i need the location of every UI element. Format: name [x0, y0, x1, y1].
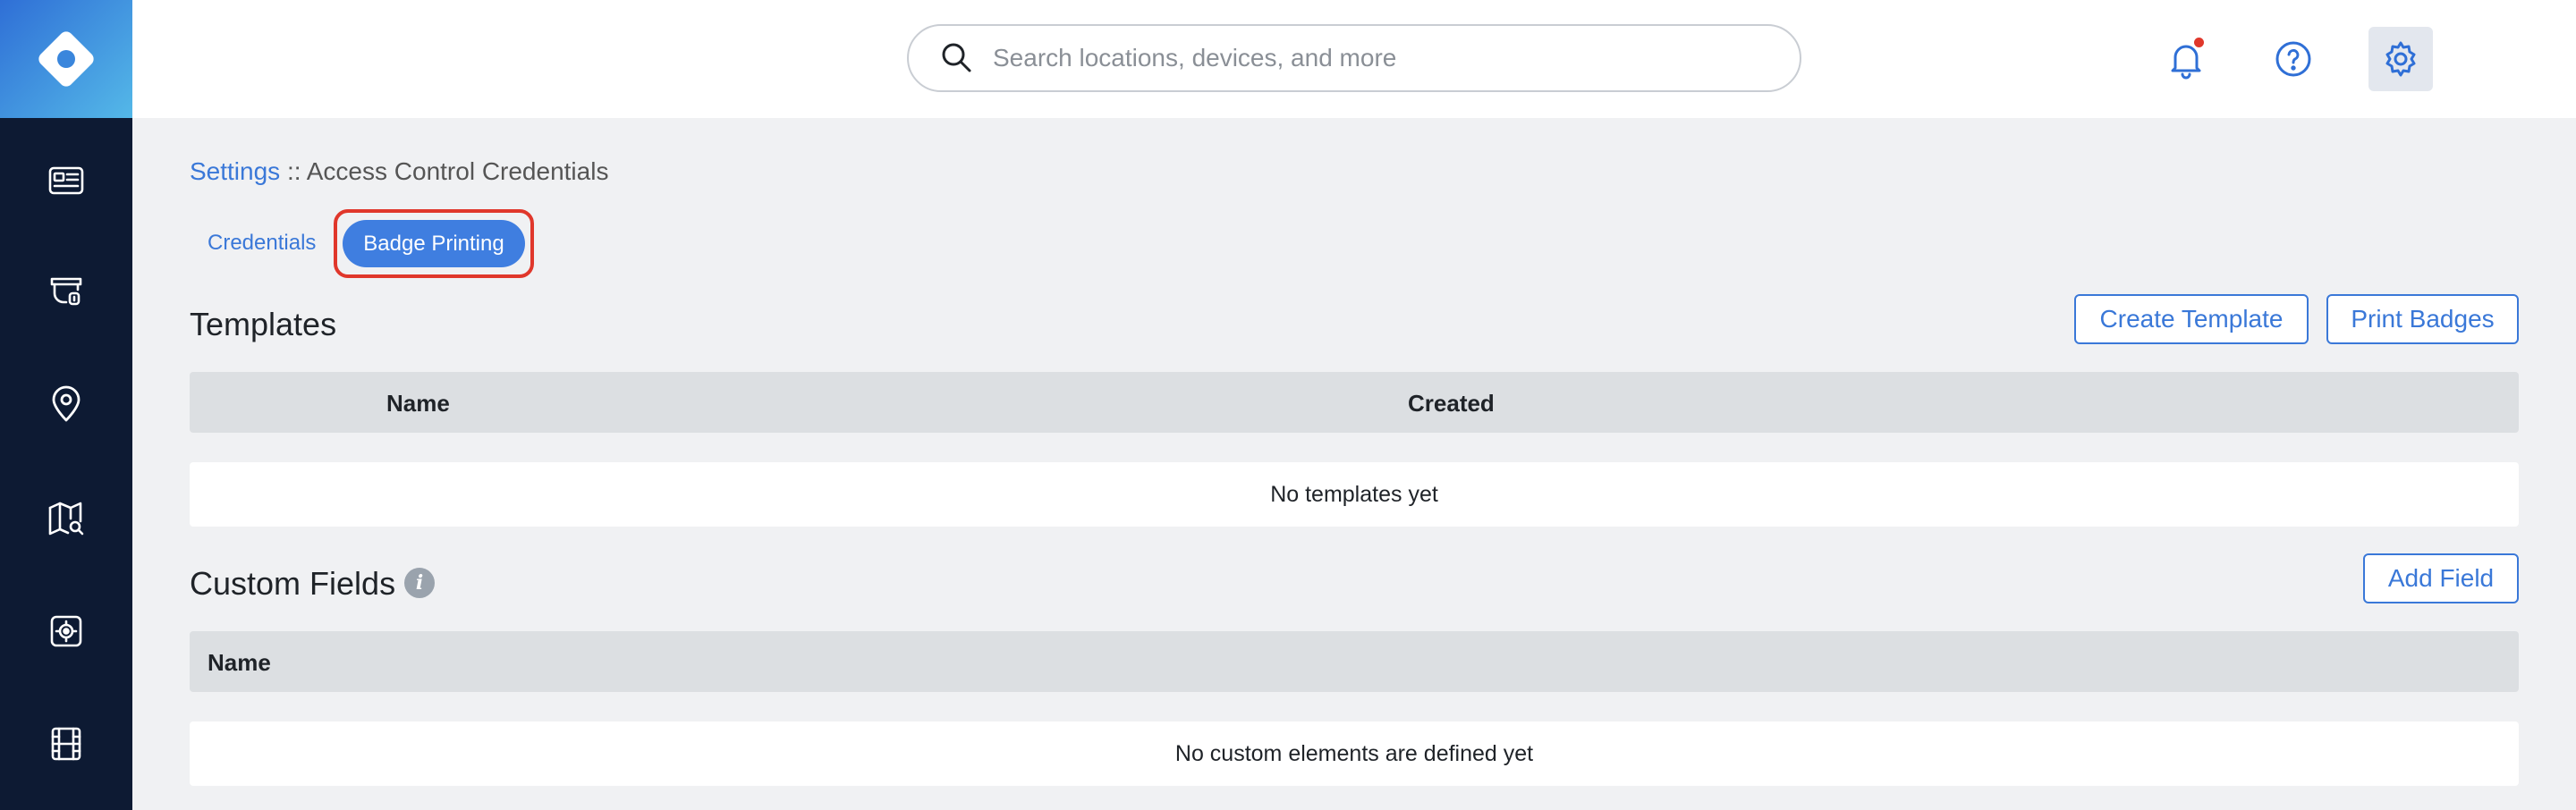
breadcrumb-separator: :: [280, 157, 307, 185]
map-search-icon [48, 502, 84, 536]
breadcrumb-current: Access Control Credentials [306, 157, 609, 185]
column-header-created[interactable]: Created [1408, 390, 1495, 418]
tab-badge-printing[interactable]: Badge Printing [343, 220, 525, 267]
print-badges-button[interactable]: Print Badges [2326, 294, 2519, 344]
templates-empty-row: No templates yet [190, 462, 2519, 527]
app-logo[interactable] [0, 0, 132, 118]
sidebar-item-maps[interactable] [41, 494, 91, 544]
sidebar-item-locations[interactable] [41, 379, 91, 429]
custom-fields-table-header: Name [190, 631, 2519, 692]
breadcrumb-settings-link[interactable]: Settings [190, 157, 280, 185]
question-icon [2275, 41, 2311, 77]
settings-button[interactable] [2368, 27, 2433, 91]
sidebar-item-video[interactable] [41, 719, 91, 769]
custom-fields-title: Custom Fields i [190, 565, 436, 603]
templates-table-header: Name Created [190, 372, 2519, 433]
camera-device-icon [50, 277, 82, 306]
search-input[interactable] [993, 44, 1780, 72]
tab-credentials[interactable]: Credentials [208, 231, 316, 256]
search-box[interactable] [907, 24, 1801, 92]
notification-dot [2194, 38, 2204, 47]
add-field-button[interactable]: Add Field [2363, 553, 2519, 603]
notifications-button[interactable] [2154, 27, 2218, 91]
dashboard-icon [48, 166, 84, 195]
breadcrumb: Settings :: Access Control Credentials [190, 157, 608, 186]
column-header-name[interactable]: Name [208, 649, 271, 677]
help-button[interactable] [2261, 27, 2326, 91]
sidebar-item-access-control[interactable] [41, 606, 91, 656]
templates-title: Templates [190, 306, 337, 342]
location-pin-icon [52, 385, 80, 422]
info-icon[interactable]: i [404, 568, 436, 599]
access-control-icon [50, 615, 82, 647]
sidebar [0, 0, 132, 810]
column-header-name[interactable]: Name [386, 390, 450, 418]
gear-icon [2385, 41, 2416, 77]
sidebar-item-dashboard[interactable] [41, 156, 91, 206]
sidebar-item-devices[interactable] [41, 266, 91, 316]
film-icon [51, 727, 81, 761]
create-template-button[interactable]: Create Template [2074, 294, 2309, 344]
custom-fields-empty-row: No custom elements are defined yet [190, 721, 2519, 786]
top-bar: ET [132, 0, 2576, 118]
custom-fields-title-text: Custom Fields [190, 565, 396, 602]
diamond-logo-icon [38, 31, 94, 87]
search-icon [942, 43, 971, 72]
